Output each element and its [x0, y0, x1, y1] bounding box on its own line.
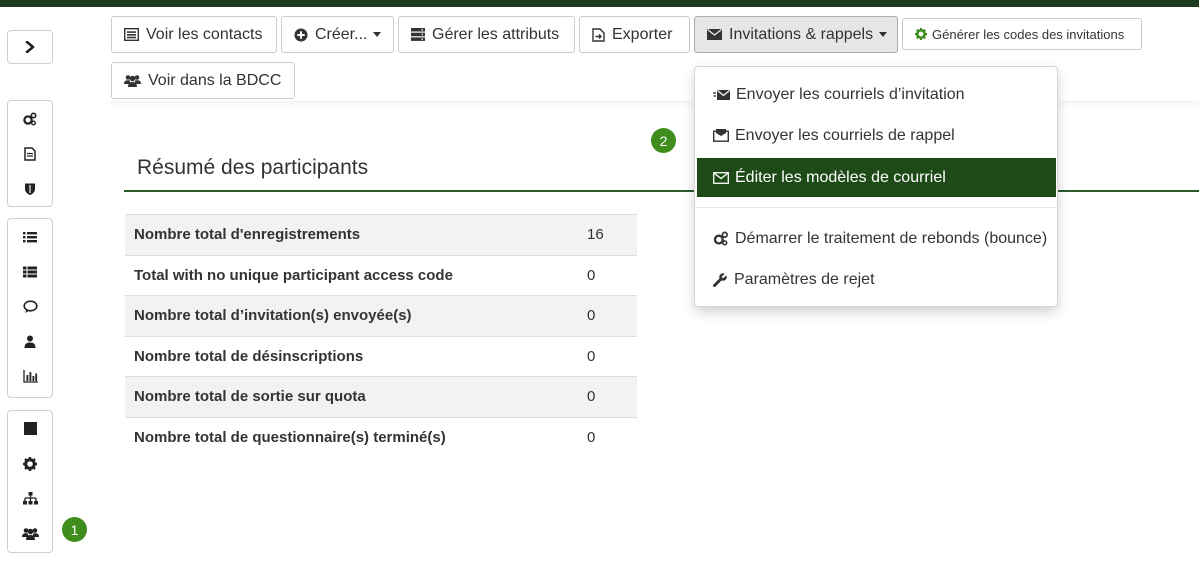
row-label: Nombre total d'enregistrements: [125, 214, 587, 255]
caret-down-icon: [879, 32, 888, 37]
menu-item-label: Démarrer le traitement de rebonds (bounc…: [735, 229, 1048, 247]
menu-item-send-reminders[interactable]: Envoyer les courriels de rappel: [697, 116, 1056, 155]
sidebar-item-text-elements[interactable]: [8, 136, 52, 171]
page-title: Résumé des participants: [137, 156, 369, 179]
sidebar-item-participants[interactable]: [8, 516, 52, 551]
menu-item-send-invitations[interactable]: Envoyer les courriels d’invitation: [697, 75, 1056, 114]
shield-icon: [25, 183, 35, 195]
menu-item-label: Envoyer les courriels de rappel: [735, 126, 955, 144]
row-value: 16: [587, 214, 637, 255]
export-icon: [592, 27, 605, 42]
comment-icon: [22, 299, 38, 313]
envelope-send-icon: [713, 89, 730, 100]
sidebar-item-general-settings[interactable]: [8, 101, 52, 136]
sitemap-icon: [22, 492, 38, 505]
users-icon: [21, 528, 39, 540]
row-value: 0: [587, 254, 637, 296]
view-cpdb-button[interactable]: Voir dans la BDCC: [111, 62, 295, 99]
summary-table: Nombre total d'enregistrements 16 Total …: [125, 214, 637, 458]
server-icon: [411, 28, 425, 41]
view-cpdb-label: Voir dans la BDCC: [148, 71, 282, 89]
step-badge-2: 2: [651, 128, 676, 153]
menu-item-bounce-settings[interactable]: Paramètres de rejet: [697, 260, 1056, 299]
manage-attributes-button[interactable]: Gérer les attributs: [398, 16, 575, 53]
envelope-reminder-icon: [713, 129, 729, 142]
menu-divider: [695, 207, 1057, 208]
cogs-icon: [23, 111, 37, 125]
gear-icon: [23, 456, 37, 471]
row-label: Nombre total d’invitation(s) envoyée(s): [125, 295, 587, 336]
menu-item-edit-templates[interactable]: Éditer les modèles de courriel: [697, 158, 1056, 197]
cogs-icon: [713, 231, 728, 246]
plus-circle-icon: [294, 28, 308, 41]
document-icon: [24, 146, 36, 161]
menu-item-bounce-processing[interactable]: Démarrer le traitement de rebonds (bounc…: [697, 219, 1056, 258]
sidebar-group-structure: [7, 218, 53, 398]
export-button[interactable]: Exporter: [579, 16, 690, 53]
menu-item-label: Paramètres de rejet: [734, 270, 875, 288]
list-icon: [23, 231, 37, 242]
wrench-icon: [713, 272, 728, 287]
table-row: Total with no unique participant access …: [125, 254, 637, 296]
table-row: Nombre total d’invitation(s) envoyée(s) …: [125, 295, 637, 336]
users-icon: [124, 75, 141, 87]
row-label: Total with no unique participant access …: [125, 254, 587, 296]
sidebar-item-list[interactable]: [8, 219, 52, 254]
menu-item-label: Éditer les modèles de courriel: [735, 168, 946, 186]
sidebar-item-statistics[interactable]: [8, 359, 52, 394]
row-label: Nombre total de questionnaire(s) terminé…: [125, 416, 587, 458]
view-contacts-button[interactable]: Voir les contacts: [111, 16, 277, 53]
table-row: Nombre total de désinscriptions 0: [125, 335, 637, 377]
manage-attributes-label: Gérer les attributs: [432, 25, 560, 43]
row-label: Nombre total de sortie sur quota: [125, 376, 587, 417]
top-bar: [0, 0, 1199, 7]
row-label: Nombre total de désinscriptions: [125, 335, 587, 377]
sidebar-group-settings: [7, 100, 53, 207]
row-value: 0: [587, 376, 637, 417]
invitations-dropdown-button[interactable]: Invitations & rappels: [694, 16, 898, 53]
step-badge-1: 1: [62, 517, 87, 542]
table-row: Nombre total de sortie sur quota 0: [125, 376, 637, 417]
invitations-label: Invitations & rappels: [729, 25, 874, 43]
sidebar-item-list-alt[interactable]: [8, 254, 52, 289]
menu-item-label: Envoyer les courriels d’invitation: [736, 85, 965, 103]
generate-codes-button[interactable]: Générer les codes des invitations: [902, 18, 1142, 50]
create-dropdown-button[interactable]: Créer...: [281, 16, 394, 53]
export-label: Exporter: [612, 25, 673, 43]
sidebar-item-panel[interactable]: [8, 411, 52, 446]
invitations-dropdown-menu: Envoyer les courriels d’invitation Envoy…: [694, 66, 1058, 307]
table-row: Nombre total de questionnaire(s) terminé…: [125, 416, 637, 458]
chevron-right-icon: [25, 41, 35, 53]
gear-icon: [915, 28, 927, 40]
sidebar-item-user[interactable]: [8, 324, 52, 359]
table-row: Nombre total d'enregistrements 16: [125, 214, 637, 255]
sidebar-item-hierarchy[interactable]: [8, 481, 52, 516]
bar-chart-icon: [22, 370, 38, 383]
user-icon: [24, 335, 36, 348]
square-icon: [23, 422, 37, 435]
row-value: 0: [587, 295, 637, 336]
view-contacts-label: Voir les contacts: [146, 25, 263, 43]
sidebar-item-comments[interactable]: [8, 289, 52, 324]
list-alt-icon: [23, 266, 37, 277]
row-value: 0: [587, 335, 637, 377]
generate-codes-label: Générer les codes des invitations: [932, 26, 1125, 42]
row-value: 0: [587, 416, 637, 458]
envelope-icon: [707, 29, 722, 40]
caret-down-icon: [373, 32, 382, 37]
list-alt-icon: [124, 28, 139, 41]
sidebar-group-tools: [7, 410, 53, 553]
create-label: Créer...: [315, 25, 368, 43]
sidebar-toggle-button[interactable]: [7, 30, 53, 64]
sidebar-item-settings[interactable]: [8, 446, 52, 481]
sidebar-item-security[interactable]: [8, 171, 52, 206]
envelope-outline-icon: [713, 171, 729, 184]
